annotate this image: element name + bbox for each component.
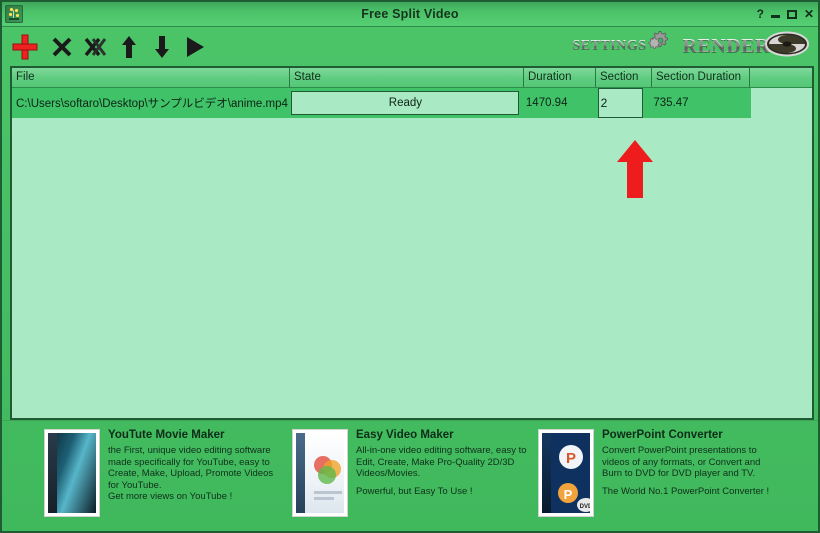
ad-title: PowerPoint Converter <box>602 429 723 441</box>
title-bar: Free Split Video ? ✕ <box>2 2 818 27</box>
gears-icon <box>645 29 675 64</box>
play-button[interactable] <box>180 27 210 67</box>
table-row[interactable]: C:\Users\softaro\Desktop\サンプルビデオ\anime.m… <box>12 88 751 118</box>
list-header-row: File State Duration Section Section Dura… <box>12 68 812 88</box>
promo-strip: YouTute Movie Maker the First, unique vi… <box>2 420 818 531</box>
column-header-section-duration[interactable]: Section Duration <box>652 68 750 87</box>
film-reel-icon <box>764 29 810 64</box>
ad-description: Convert PowerPoint presentations to vide… <box>602 445 761 479</box>
remove-all-button[interactable] <box>81 27 111 67</box>
x-icon <box>51 36 73 58</box>
double-x-icon <box>84 36 108 58</box>
maximize-button[interactable] <box>786 9 797 19</box>
window-controls: ? ✕ <box>757 2 814 26</box>
arrow-up-icon <box>121 35 137 59</box>
brand-actions: Settings Render <box>573 29 811 63</box>
file-list-panel[interactable]: File State Duration Section Section Dura… <box>10 66 814 420</box>
ad-powerpoint-converter[interactable]: P P DVD PowerPoint Converter Convert Pow… <box>538 429 798 517</box>
toolbar: Settings Render <box>2 27 818 67</box>
list-body[interactable]: C:\Users\softaro\Desktop\サンプルビデオ\anime.m… <box>12 88 812 418</box>
move-up-button[interactable] <box>114 27 144 67</box>
column-header-state[interactable]: State <box>290 68 524 87</box>
ad-description: All-in-one video editing software, easy … <box>356 445 527 479</box>
settings-label: Settings <box>572 38 647 53</box>
product-box-art-easy-video-maker <box>292 429 348 517</box>
play-icon <box>184 35 206 59</box>
render-label: Render <box>682 34 770 57</box>
close-button[interactable]: ✕ <box>804 8 814 20</box>
render-button[interactable]: Render <box>683 29 810 63</box>
ad-easy-video-maker[interactable]: Easy Video Maker All-in-one video editin… <box>292 429 532 517</box>
column-header-duration[interactable]: Duration <box>524 68 596 87</box>
column-header-file[interactable]: File <box>12 68 290 87</box>
window-title: Free Split Video <box>361 7 459 21</box>
settings-button[interactable]: Settings <box>573 29 675 63</box>
ad-tagline: The World No.1 PowerPoint Converter ! <box>602 485 770 497</box>
plus-icon <box>11 33 39 61</box>
svg-text:DVD: DVD <box>580 504 590 510</box>
cell-duration: 1470.94 <box>525 97 568 109</box>
cell-section <box>594 88 650 118</box>
red-arrow-annotation-icon <box>616 140 654 198</box>
cell-file: C:\Users\softaro\Desktop\サンプルビデオ\anime.m… <box>16 98 288 110</box>
column-header-extra[interactable] <box>750 68 812 87</box>
remove-file-button[interactable] <box>47 27 77 67</box>
svg-text:P: P <box>566 450 576 467</box>
svg-text:P: P <box>564 487 573 502</box>
move-down-button[interactable] <box>147 27 177 67</box>
product-box-art-youtute <box>44 429 100 517</box>
cell-section-duration: 735.47 <box>653 97 689 109</box>
ad-tagline: Powerful, but Easy To Use ! <box>356 485 473 497</box>
add-file-button[interactable] <box>10 27 40 67</box>
arrow-down-icon <box>154 35 170 59</box>
column-header-section[interactable]: Section <box>596 68 652 87</box>
ad-title: Easy Video Maker <box>356 429 454 441</box>
application-window: Free Split Video ? ✕ SETTINGS RENDER Fil… <box>0 0 820 533</box>
cell-state: Ready <box>289 88 522 118</box>
product-box-art-powerpoint-converter: P P DVD <box>538 429 594 517</box>
status-badge: Ready <box>291 91 520 115</box>
help-button[interactable]: ? <box>757 8 764 20</box>
cell-extra <box>747 88 751 118</box>
ad-youtute-movie-maker[interactable]: YouTute Movie Maker the First, unique vi… <box>44 429 284 517</box>
ad-description: the First, unique video editing software… <box>108 445 274 491</box>
ad-tagline: Get more views on YouTube ! <box>108 491 233 502</box>
minimize-button[interactable] <box>770 15 780 18</box>
ad-title: YouTute Movie Maker <box>108 429 225 441</box>
section-input[interactable] <box>597 88 643 118</box>
